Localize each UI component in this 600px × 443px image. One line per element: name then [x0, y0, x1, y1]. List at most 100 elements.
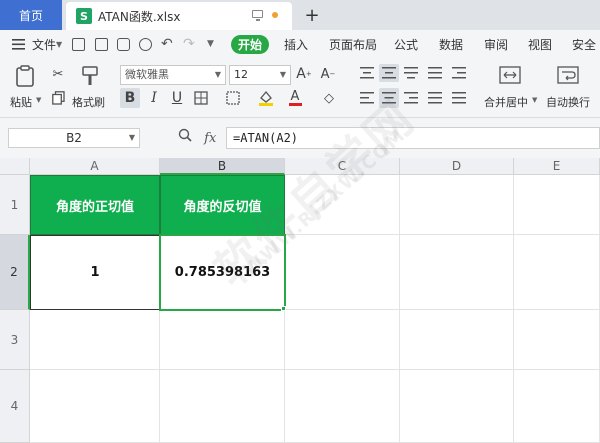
- unsaved-dot-icon: [272, 12, 278, 18]
- cell-e4[interactable]: [514, 370, 600, 443]
- spreadsheet-icon: S: [76, 8, 92, 24]
- quick-access-more-icon[interactable]: ▼: [207, 30, 214, 58]
- cell-b4[interactable]: [160, 370, 285, 443]
- save-icon[interactable]: [72, 38, 85, 51]
- wrap-text-icon[interactable]: [556, 64, 580, 86]
- justify-icon[interactable]: [426, 88, 444, 108]
- menu-security[interactable]: 安全: [572, 30, 596, 58]
- merge-dropdown-icon[interactable]: ▼: [532, 96, 537, 104]
- column-header-c[interactable]: C: [285, 158, 400, 175]
- insert-function-icon[interactable]: fx: [204, 131, 216, 146]
- merge-center-button[interactable]: 合并居中: [484, 94, 528, 110]
- column-header-a[interactable]: A: [30, 158, 160, 175]
- align-bottom-icon[interactable]: [402, 64, 420, 82]
- chevron-down-icon[interactable]: ▼: [56, 30, 62, 58]
- fill-color-icon[interactable]: [257, 88, 275, 108]
- cell-d3[interactable]: [400, 310, 514, 370]
- increase-font-icon[interactable]: A +: [296, 64, 312, 84]
- row-header-4[interactable]: 4: [0, 370, 30, 443]
- column-header-e[interactable]: E: [514, 158, 600, 175]
- orientation-icon[interactable]: [426, 64, 444, 82]
- redo-icon[interactable]: ↷: [183, 30, 195, 58]
- cell-e3[interactable]: [514, 310, 600, 370]
- paste-icon[interactable]: [14, 64, 36, 88]
- align-middle-icon[interactable]: [379, 64, 399, 82]
- formula-input[interactable]: =ATAN(A2): [226, 127, 600, 149]
- tab-document-title: ATAN函数.xlsx: [98, 9, 181, 24]
- paste-button[interactable]: 粘贴: [10, 94, 32, 110]
- row-header-1[interactable]: 1: [0, 175, 30, 235]
- save-as-icon[interactable]: [95, 38, 108, 51]
- zoom-formula-icon[interactable]: [178, 128, 192, 146]
- print-icon[interactable]: [117, 38, 130, 51]
- align-left-icon[interactable]: [358, 88, 376, 108]
- menu-file[interactable]: 文件: [32, 30, 56, 58]
- align-center-icon[interactable]: [379, 88, 399, 108]
- eraser-icon[interactable]: ◇: [320, 88, 338, 108]
- cut-icon[interactable]: ✂: [50, 66, 66, 82]
- format-painter-icon[interactable]: [80, 64, 100, 88]
- paste-dropdown-icon[interactable]: ▼: [36, 96, 41, 104]
- menu-start[interactable]: 开始: [231, 35, 269, 54]
- row-header-3[interactable]: 3: [0, 310, 30, 370]
- align-top-icon[interactable]: [358, 64, 376, 82]
- formula-bar: B2 ▼ fx =ATAN(A2): [0, 118, 600, 158]
- cell-e2[interactable]: [514, 235, 600, 310]
- column-header-d[interactable]: D: [400, 158, 514, 175]
- format-painter-button[interactable]: 格式刷: [72, 94, 105, 110]
- cell-b1[interactable]: 角度的反切值: [160, 175, 285, 235]
- cell-c2[interactable]: [285, 235, 400, 310]
- merge-center-icon[interactable]: [498, 64, 522, 86]
- borders-icon[interactable]: [193, 90, 209, 106]
- tab-document[interactable]: S ATAN函数.xlsx: [66, 2, 292, 30]
- tab-home[interactable]: 首页: [0, 0, 62, 30]
- copy-icon[interactable]: [50, 90, 66, 106]
- undo-icon[interactable]: ↶: [161, 30, 173, 58]
- indent-icon[interactable]: [450, 64, 468, 82]
- cell-b3[interactable]: [160, 310, 285, 370]
- menu-formulas[interactable]: 公式: [394, 30, 418, 58]
- cell-c3[interactable]: [285, 310, 400, 370]
- cell-a3[interactable]: [30, 310, 160, 370]
- menu-insert[interactable]: 插入: [284, 30, 308, 58]
- wrap-text-button[interactable]: 自动换行: [546, 94, 590, 110]
- menu-review[interactable]: 审阅: [484, 30, 508, 58]
- font-size-select[interactable]: 12 ▼: [229, 65, 291, 85]
- chevron-down-icon: ▼: [214, 70, 221, 79]
- spreadsheet-grid: A B C D E 1 2 3 4 角度的正切值 角度的反切值 1 0.7853…: [0, 158, 600, 443]
- bold-icon[interactable]: B: [120, 88, 140, 108]
- distributed-icon[interactable]: [450, 88, 468, 108]
- font-color-icon[interactable]: A: [287, 88, 303, 108]
- cell-d1[interactable]: [400, 175, 514, 235]
- font-name-select[interactable]: 微软雅黑 ▼: [120, 65, 226, 85]
- menu-view[interactable]: 视图: [528, 30, 552, 58]
- decrease-font-icon[interactable]: A −: [320, 64, 336, 84]
- cell-c1[interactable]: [285, 175, 400, 235]
- monitor-icon[interactable]: [252, 10, 263, 21]
- hamburger-menu-icon[interactable]: [12, 30, 25, 58]
- cell-a4[interactable]: [30, 370, 160, 443]
- fill-handle[interactable]: [281, 306, 286, 311]
- font-size-value: 12: [234, 68, 248, 81]
- cell-c4[interactable]: [285, 370, 400, 443]
- title-bar: 首页 S ATAN函数.xlsx +: [0, 0, 600, 30]
- cell-style-icon[interactable]: [225, 90, 241, 106]
- italic-icon[interactable]: I: [145, 88, 163, 108]
- cell-a1[interactable]: 角度的正切值: [30, 175, 160, 235]
- row-header-2[interactable]: 2: [0, 235, 30, 310]
- name-box[interactable]: B2 ▼: [8, 128, 140, 148]
- name-box-value: B2: [66, 131, 82, 145]
- select-all-corner[interactable]: [0, 158, 30, 175]
- column-header-b[interactable]: B: [160, 158, 285, 175]
- cell-d2[interactable]: [400, 235, 514, 310]
- print-preview-icon[interactable]: [139, 38, 152, 51]
- cell-d4[interactable]: [400, 370, 514, 443]
- cell-b2[interactable]: 0.785398163: [159, 234, 286, 311]
- cell-e1[interactable]: [514, 175, 600, 235]
- new-tab-button[interactable]: +: [302, 3, 322, 27]
- menu-page-layout[interactable]: 页面布局: [329, 30, 377, 58]
- menu-data[interactable]: 数据: [439, 30, 463, 58]
- underline-icon[interactable]: U: [168, 88, 186, 108]
- align-right-icon[interactable]: [402, 88, 420, 108]
- cell-a2[interactable]: 1: [30, 235, 160, 310]
